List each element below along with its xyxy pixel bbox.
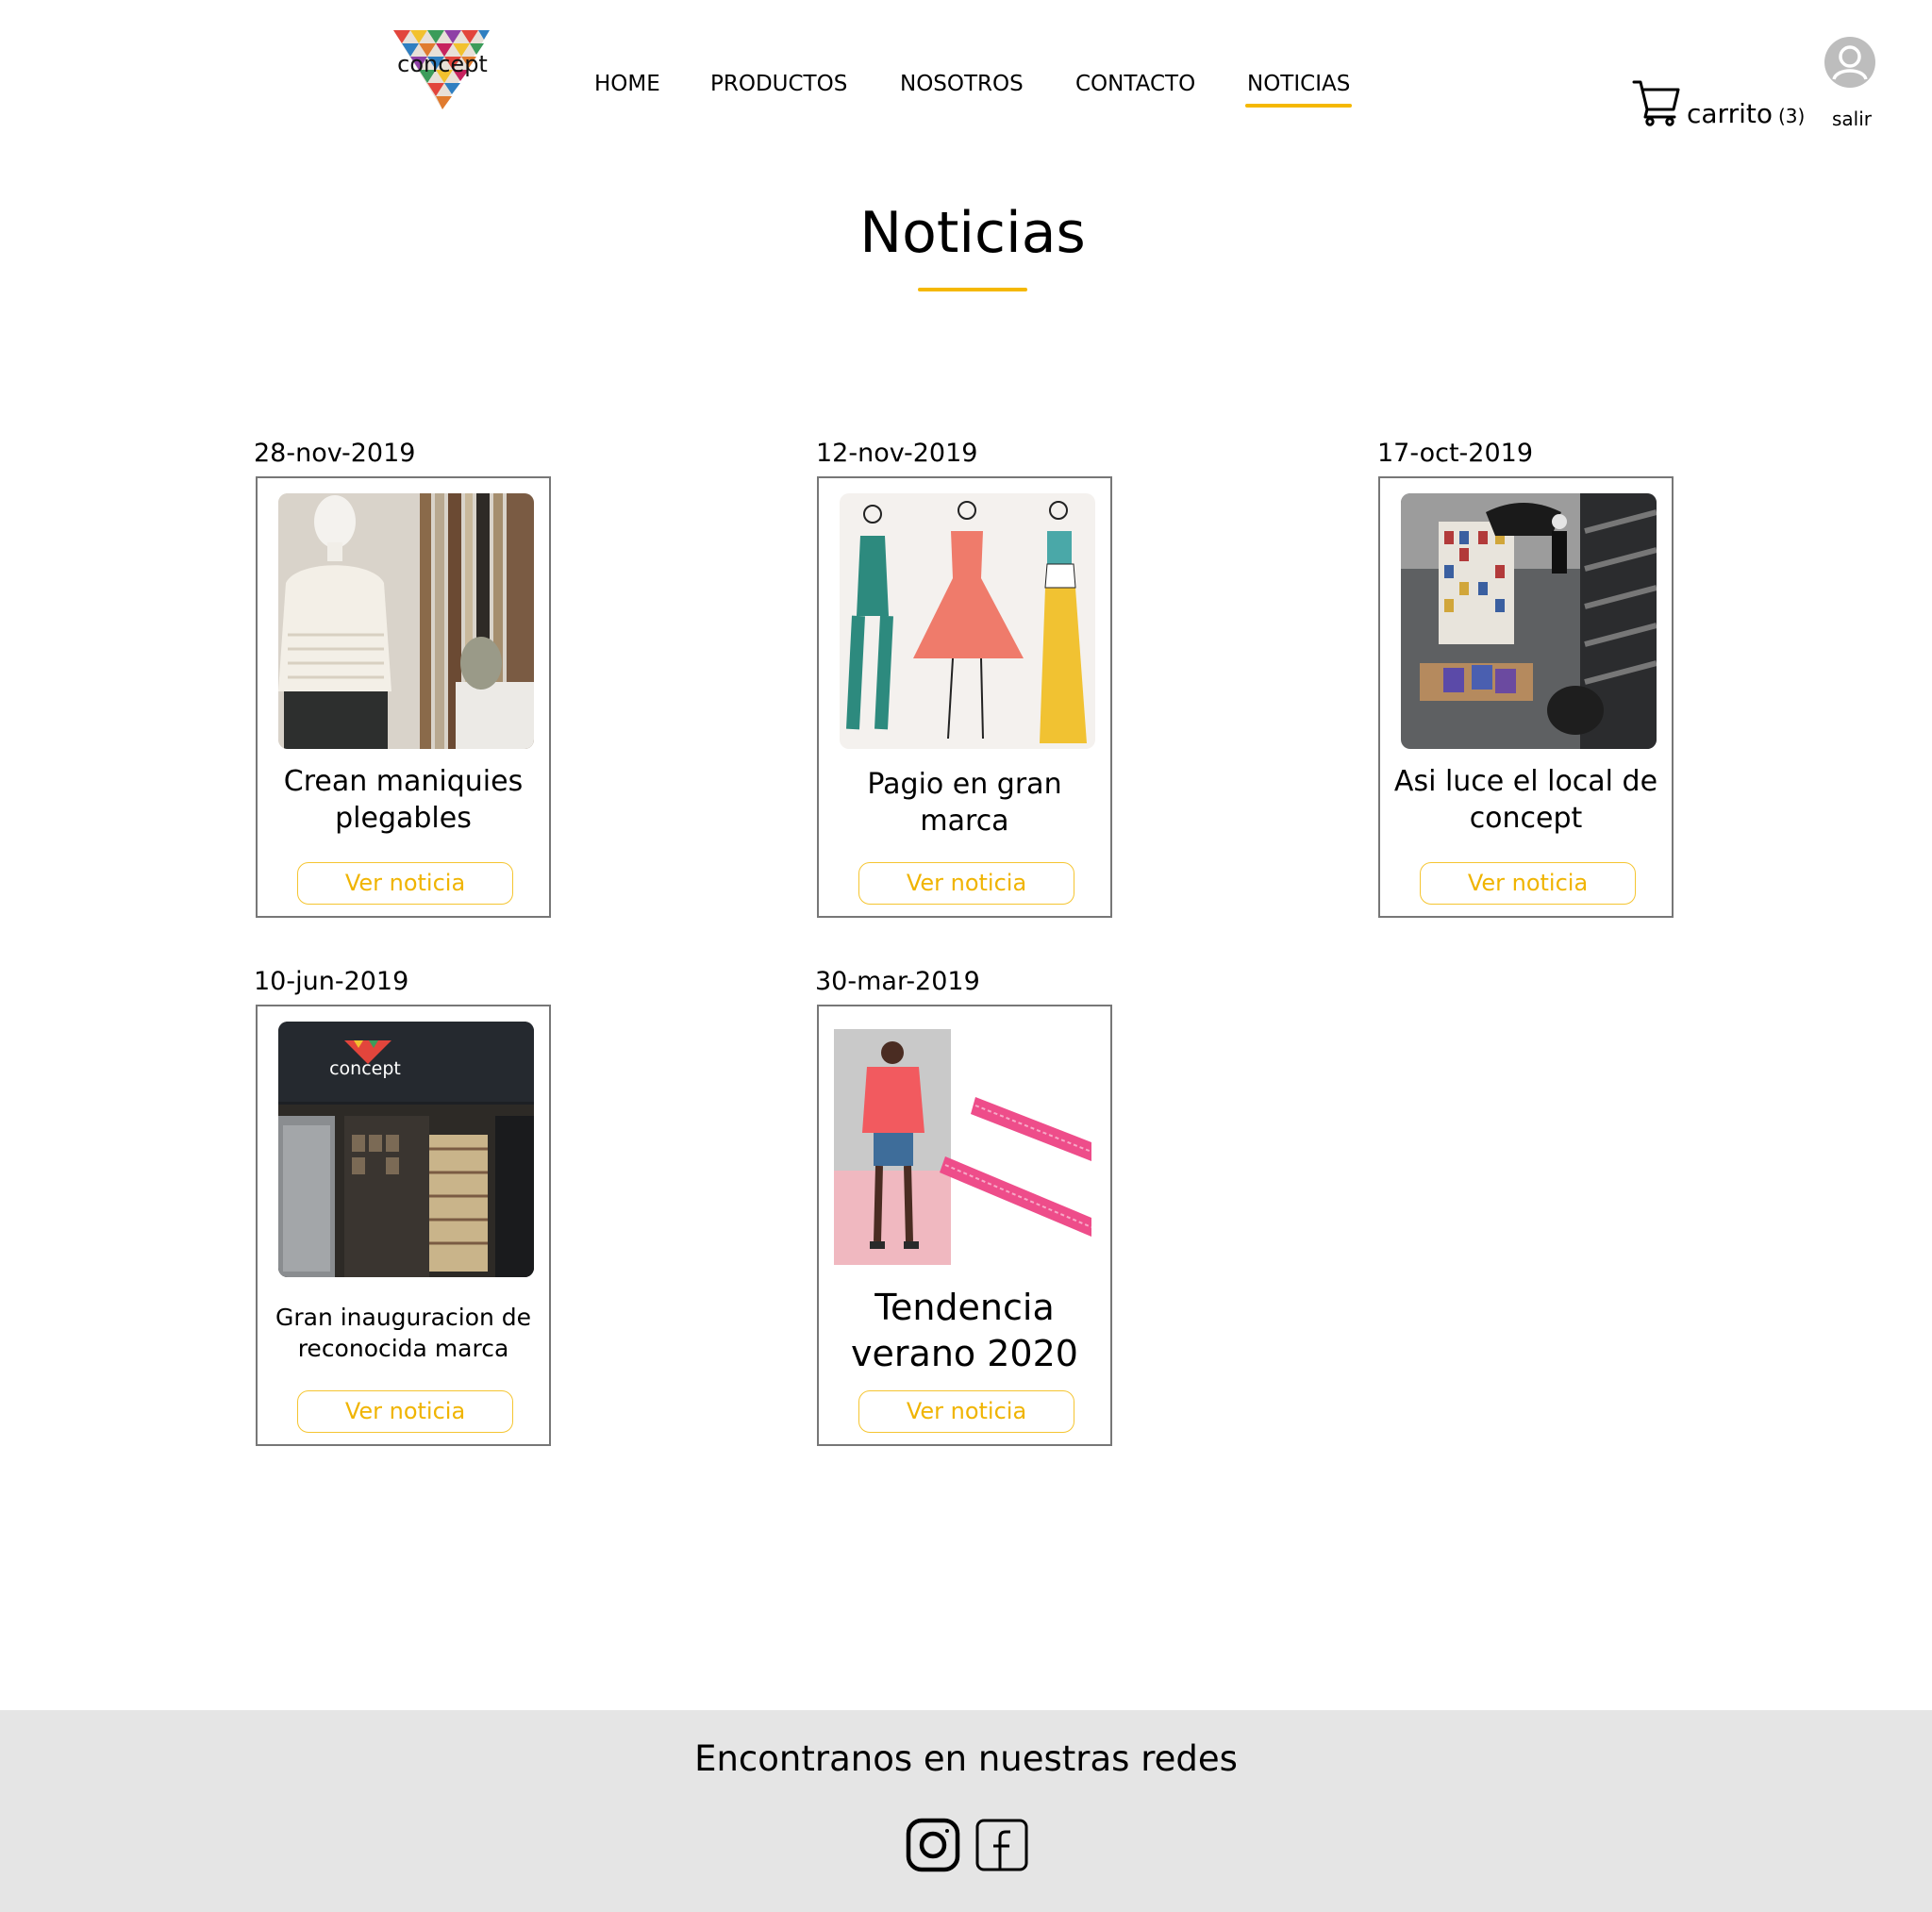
news-card: concept Gran inauguracion de reconocida … [256, 1005, 551, 1446]
storefront-photo[interactable]: concept [278, 1022, 534, 1277]
news-title: Asi luce el local de concept [1393, 765, 1658, 835]
storefront-sign-text: concept [329, 1058, 401, 1079]
user-avatar-icon[interactable] [1824, 36, 1876, 89]
nav-noticias[interactable]: NOTICIAS [1244, 72, 1353, 108]
store-interior-photo[interactable] [1401, 493, 1657, 749]
cart-count: (3) [1777, 105, 1806, 127]
news-title: Crean maniquies plegables [283, 765, 524, 835]
cart-icon[interactable] [1632, 79, 1681, 126]
cart-label: carrito [1687, 98, 1773, 129]
ver-noticia-button[interactable]: Ver noticia [297, 862, 513, 905]
logo-text: concept [397, 51, 488, 77]
news-card: Asi luce el local de concept Ver noticia [1378, 476, 1674, 918]
cart-link[interactable]: carrito (3) [1687, 98, 1805, 129]
instagram-icon[interactable] [906, 1818, 960, 1872]
news-card: Pagio en gran marca Ver noticia [817, 476, 1112, 918]
news-title: Gran inauguracion de reconocida marca [275, 1304, 532, 1362]
news-card: Crean maniquies plegables Ver noticia [256, 476, 551, 918]
mannequin-photo[interactable] [278, 493, 534, 749]
ver-noticia-button[interactable]: Ver noticia [858, 862, 1074, 905]
ver-noticia-button[interactable]: Ver noticia [297, 1390, 513, 1433]
nav-nosotros[interactable]: NOSOTROS [900, 72, 1024, 96]
news-title: Tendencia verano 2020 [851, 1287, 1078, 1375]
nav-home[interactable]: HOME [594, 72, 660, 96]
ver-noticia-button[interactable]: Ver noticia [1420, 862, 1636, 905]
news-date: 28-nov-2019 [254, 439, 416, 468]
page-title: Noticias [859, 200, 1086, 266]
ver-noticia-button[interactable]: Ver noticia [858, 1390, 1074, 1433]
facebook-icon[interactable] [974, 1818, 1029, 1872]
news-card: Tendencia verano 2020 Ver noticia [817, 1005, 1112, 1446]
news-date: 10-jun-2019 [254, 967, 409, 996]
fashion-sketch[interactable] [840, 493, 1095, 749]
news-date: 12-nov-2019 [816, 439, 978, 468]
concept-logo[interactable]: concept [391, 26, 495, 113]
nav-productos[interactable]: PRODUCTOS [710, 72, 847, 96]
news-title: Pagio en gran marca [867, 768, 1062, 838]
footer-text: Encontranos en nuestras redes [694, 1738, 1238, 1779]
summer-trend-collage[interactable] [834, 1029, 1091, 1265]
news-date: 17-oct-2019 [1377, 439, 1534, 468]
nav-contacto[interactable]: CONTACTO [1075, 72, 1195, 96]
logout-link[interactable]: salir [1832, 108, 1872, 130]
title-underline [918, 288, 1027, 291]
news-date: 30-mar-2019 [815, 967, 980, 996]
